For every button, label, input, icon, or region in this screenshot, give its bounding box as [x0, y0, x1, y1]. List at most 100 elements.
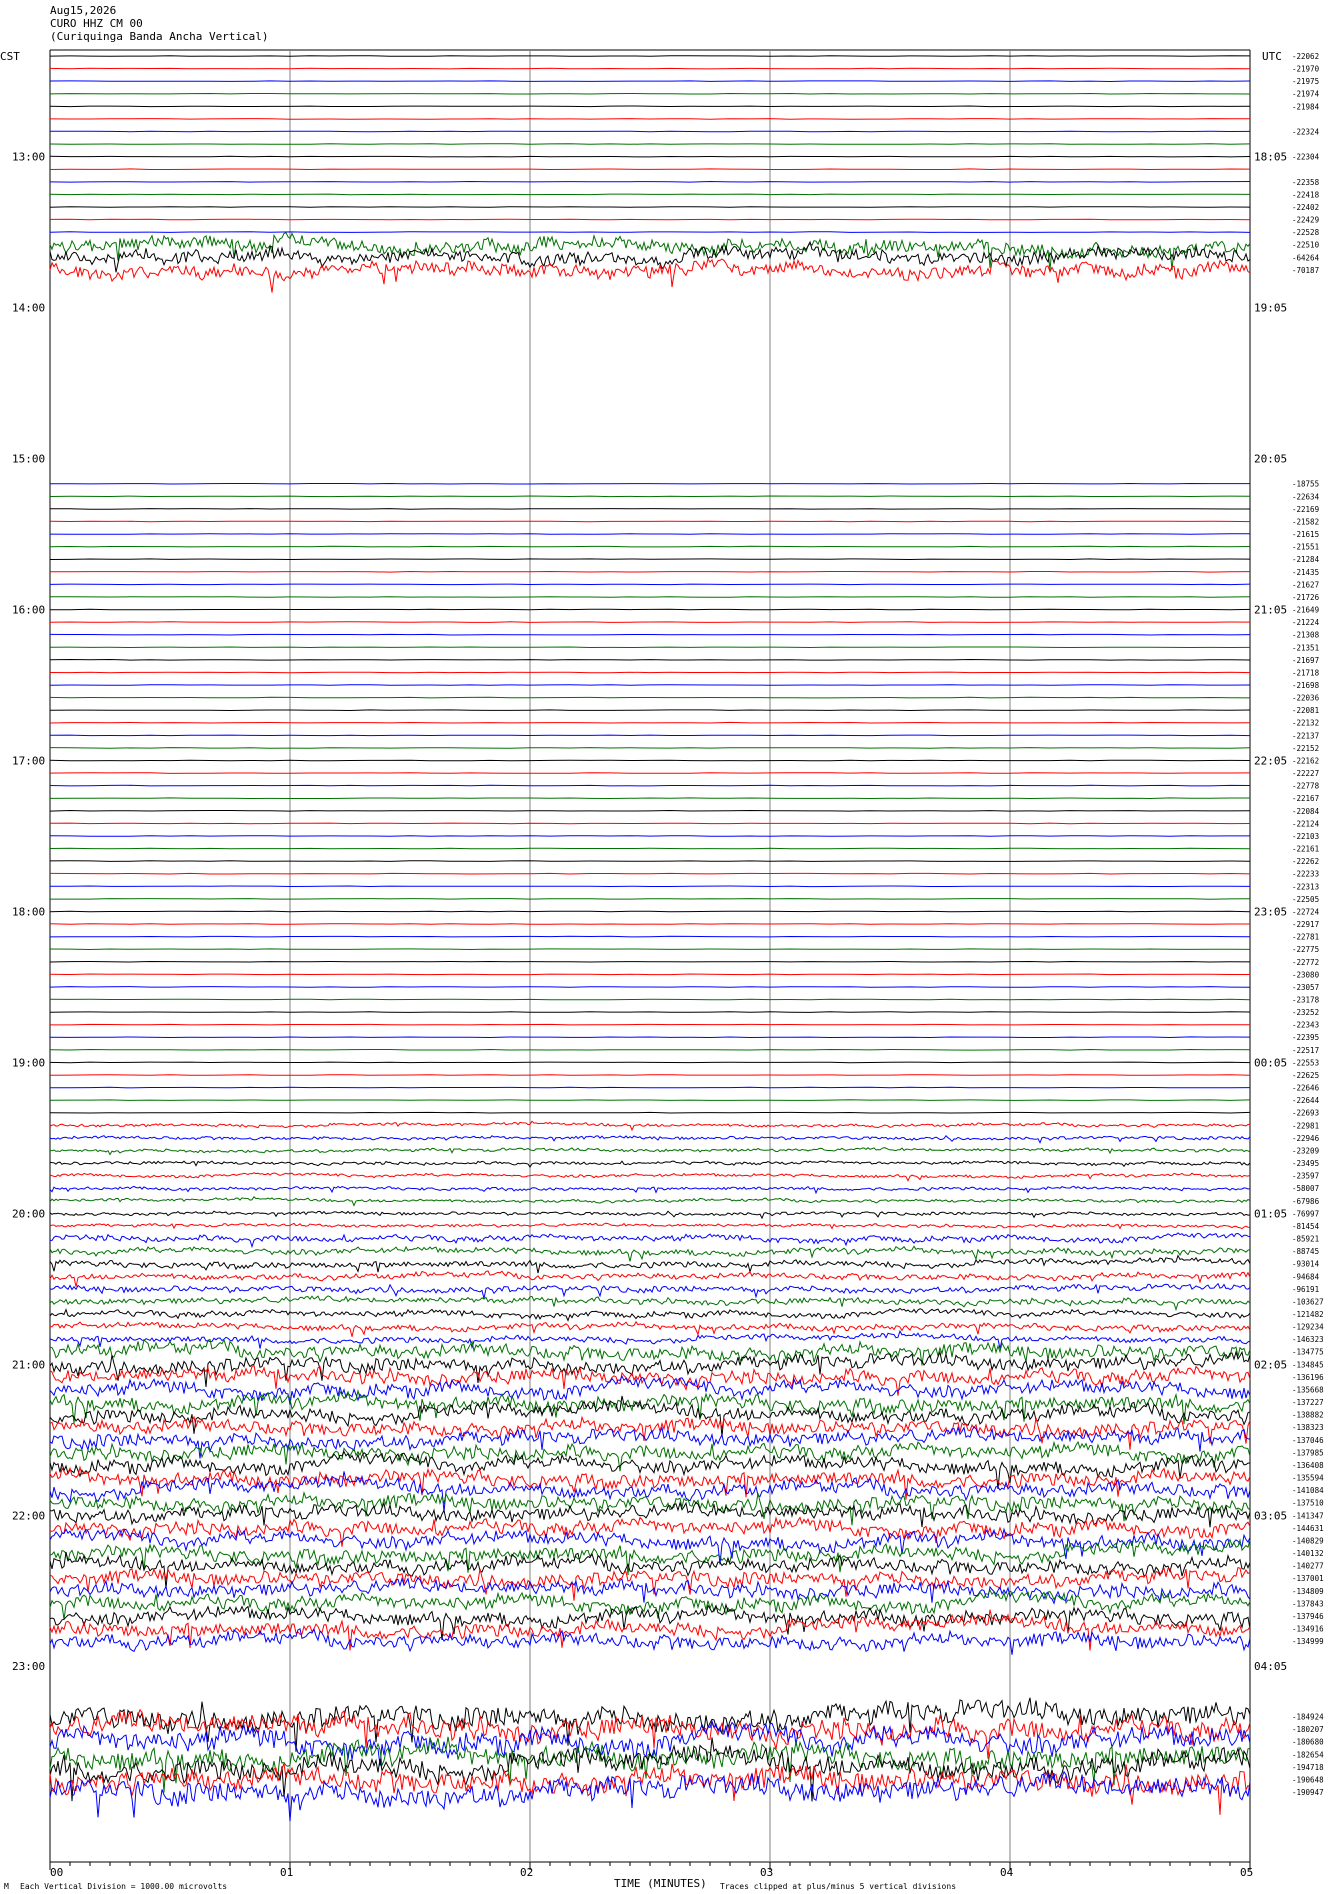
left-hour-label: 14:00 — [12, 302, 45, 315]
trace-offset-label: -23252 — [1292, 1008, 1319, 1017]
trace-offset-label: -22152 — [1292, 744, 1319, 753]
trace-offset-label: -21698 — [1292, 681, 1320, 690]
trace-offset-label: -22553 — [1292, 1058, 1319, 1067]
trace-offset-label: -22418 — [1292, 190, 1320, 199]
seismogram-trace — [49, 986, 1251, 988]
seismogram-trace — [49, 1329, 1251, 1350]
trace-offset-label: -134809 — [1292, 1587, 1324, 1596]
trace-offset-label: -134999 — [1292, 1637, 1324, 1646]
seismogram-trace — [49, 231, 1251, 233]
seismogram-trace — [49, 1282, 1251, 1299]
trace-offset-label: -180207 — [1292, 1725, 1324, 1734]
trace-offset-label: -137001 — [1292, 1574, 1324, 1583]
scale-note: Each Vertical Division = 1000.00 microvo… — [20, 1882, 228, 1891]
seismogram-trace — [49, 772, 1251, 774]
seismogram-trace — [49, 1697, 1251, 1752]
left-hour-label: 16:00 — [12, 604, 45, 617]
trace-offset-label: -58007 — [1292, 1184, 1319, 1193]
trace-offset-label: -21975 — [1292, 77, 1319, 86]
seismogram-trace — [49, 1086, 1251, 1089]
seismogram-trace — [49, 1099, 1251, 1101]
seismogram-trace — [49, 130, 1251, 133]
seismogram-trace — [49, 180, 1251, 183]
trace-offset-label: -137510 — [1292, 1499, 1324, 1508]
trace-offset-label: -22781 — [1292, 933, 1319, 942]
trace-offset-label: -121482 — [1292, 1310, 1324, 1319]
seismogram-trace — [49, 671, 1251, 674]
trace-offset-label: -22233 — [1292, 870, 1319, 879]
trace-offset-label: -21435 — [1292, 568, 1319, 577]
right-hour-label: 02:05 — [1254, 1358, 1287, 1371]
trace-offset-label: -21697 — [1292, 656, 1319, 665]
right-timezone-label: UTC — [1262, 50, 1282, 63]
seismogram-trace — [49, 910, 1251, 913]
seismogram-trace — [49, 168, 1251, 171]
seismogram-plot: 00 01 02 03 04 05 13:00 14:00 15:00 16:00 17:00 18:… — [12, 49, 1324, 1879]
trace-offset-label: -22262 — [1292, 857, 1319, 866]
seismogram-trace — [49, 218, 1251, 221]
time-gridlines — [49, 49, 1251, 1870]
seismogram-trace — [49, 847, 1251, 850]
seismogram-trace — [49, 734, 1251, 737]
footer-mark: M — [4, 1882, 9, 1891]
seismogram-trace — [49, 759, 1251, 762]
trace-offset-label: -22644 — [1292, 1096, 1320, 1105]
trace-offset-label: -96191 — [1292, 1285, 1319, 1294]
trace-offset-label: -22693 — [1292, 1109, 1319, 1118]
right-hour-label: 04:05 — [1254, 1660, 1287, 1673]
left-hour-label: 22:00 — [12, 1509, 45, 1522]
trace-offset-label: -22981 — [1292, 1121, 1319, 1130]
trace-offset-label: -22505 — [1292, 895, 1319, 904]
trace-offset-label: -22528 — [1292, 228, 1320, 237]
trace-offset-label: -22124 — [1292, 819, 1320, 828]
right-hour-label: 21:05 — [1254, 604, 1287, 617]
trace-offset-label: -144631 — [1292, 1524, 1324, 1533]
trace-offset-label: -22402 — [1292, 203, 1319, 212]
x-tick-label: 02 — [520, 1866, 533, 1879]
trace-offset-label: -184924 — [1292, 1713, 1324, 1722]
seismogram-trace — [49, 1320, 1251, 1337]
seismogram-trace — [49, 658, 1251, 661]
seismogram-trace — [49, 520, 1251, 523]
seismogram-trace — [49, 709, 1251, 712]
trace-offset-label: -134845 — [1292, 1360, 1324, 1369]
seismogram-trace — [49, 558, 1251, 561]
trace-offset-label: -182654 — [1292, 1750, 1324, 1759]
right-hour-label: 18:05 — [1254, 151, 1287, 164]
left-hour-label: 20:00 — [12, 1207, 45, 1220]
left-hour-label: 19:00 — [12, 1056, 45, 1069]
trace-offset-label: -22724 — [1292, 907, 1320, 916]
seismogram-trace — [50, 596, 1251, 598]
trace-offset-label: -22917 — [1292, 920, 1319, 929]
trace-offset-label: -137946 — [1292, 1612, 1324, 1621]
seismogram-trace — [49, 80, 1251, 83]
seismogram-trace — [49, 948, 1251, 951]
seismogram-trace — [49, 1388, 1251, 1425]
seismogram-trace — [49, 684, 1251, 686]
trace-offset-label: -22429 — [1292, 216, 1319, 225]
trace-offset-label: -22062 — [1292, 52, 1319, 61]
trace-offset-label: -23209 — [1292, 1146, 1319, 1155]
seismogram-trace — [49, 646, 1251, 649]
trace-offset-label: -22169 — [1292, 505, 1319, 514]
trace-offset-label: -190947 — [1292, 1788, 1324, 1797]
trace-offset-label: -22304 — [1292, 153, 1320, 162]
trace-offset-label: -23178 — [1292, 996, 1320, 1005]
seismogram-trace — [49, 533, 1250, 535]
trace-offset-label: -141084 — [1292, 1486, 1324, 1495]
x-tick-label: 05 — [1240, 1866, 1253, 1879]
seismogram-trace — [50, 482, 1250, 485]
seismogram-trace — [49, 721, 1251, 724]
seismogram-trace — [49, 872, 1251, 875]
seismogram-trace — [49, 1425, 1251, 1459]
seismogram-trace — [49, 545, 1251, 548]
x-tick-label: 03 — [760, 1866, 773, 1879]
seismogram-trace — [49, 1196, 1251, 1207]
trace-offset-label: -94684 — [1292, 1272, 1320, 1281]
trace-offset-label: -134775 — [1292, 1348, 1324, 1357]
x-tick-label: 00 — [50, 1866, 63, 1879]
seismogram-trace — [49, 583, 1251, 586]
trace-offset-label: -64264 — [1292, 253, 1320, 262]
trace-offset-label: -21224 — [1292, 618, 1320, 627]
right-hour-label: 23:05 — [1254, 905, 1287, 918]
